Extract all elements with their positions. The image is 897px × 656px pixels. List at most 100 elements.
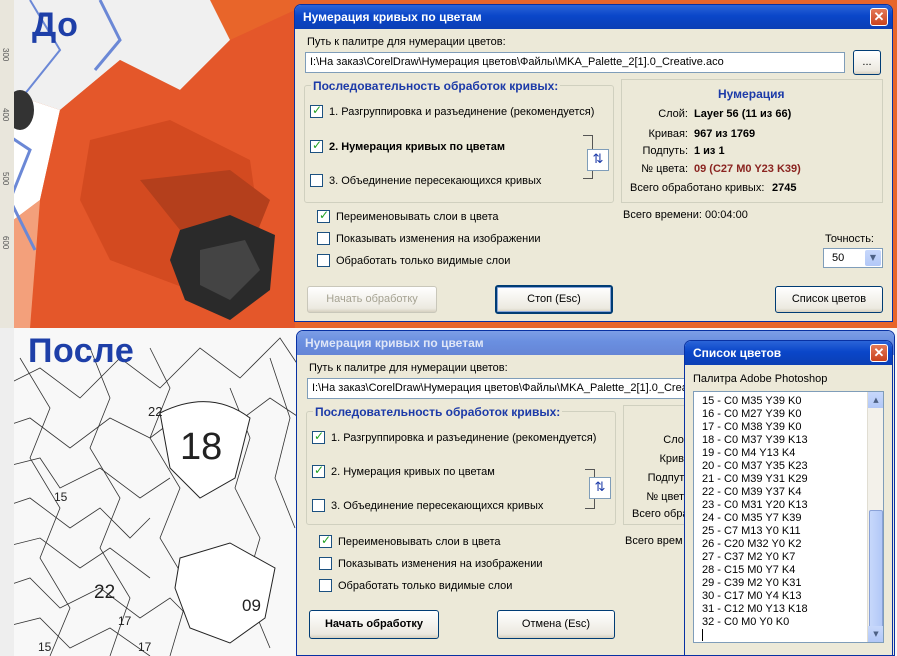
color-list-item[interactable]: 28 - C15 M0 Y7 K4 <box>702 564 795 576</box>
color-list-item[interactable]: 18 - C0 M37 Y39 K13 <box>702 434 808 446</box>
visible-only-label: Обработать только видимые слои <box>336 254 511 267</box>
checkbox-box <box>310 103 323 118</box>
visible-only-label: Обработать только видимые слои <box>338 579 513 592</box>
subpath-value: 1 из 1 <box>694 145 725 157</box>
checkbox-box <box>317 208 330 223</box>
number-by-color-label: 2. Нумерация кривых по цветам <box>329 140 505 153</box>
color-list-item[interactable]: 21 - C0 M39 Y31 K29 <box>702 473 808 485</box>
number-by-color-label: 2. Нумерация кривых по цветам <box>331 465 495 478</box>
ungroup-checkbox[interactable]: 1. Разгруппировка и разъединение (рекоме… <box>310 103 595 118</box>
color-number-label: № цвета: <box>641 163 688 175</box>
merge-curves-checkbox[interactable]: 3. Объединение пересекающихся кривых <box>310 174 541 187</box>
color-list-item[interactable]: 20 - C0 M37 Y35 K23 <box>702 460 808 472</box>
checkbox-box <box>310 174 323 187</box>
checkbox-box <box>317 232 330 245</box>
rename-layers-checkbox[interactable]: Переименовывать слои в цвета <box>317 208 499 223</box>
sort-arrows-icon: ⇅ <box>592 152 604 167</box>
color-list-item[interactable]: 16 - C0 M27 Y39 K0 <box>702 408 801 420</box>
curve-label: Кривая: <box>648 128 688 140</box>
numbering-panel-title: Нумерация <box>718 87 785 101</box>
start-processing-button[interactable]: Начать обработку <box>309 610 439 639</box>
ungroup-label: 1. Разгруппировка и разъединение (рекоме… <box>329 105 595 118</box>
color-list-item[interactable]: 31 - C12 M0 Y13 K18 <box>702 603 808 615</box>
palette-type-label: Палитра Adobe Photoshop <box>693 373 828 385</box>
total-curves-value: 2745 <box>772 182 797 194</box>
numbering-status-panel: Нумерация Слой: Layer 56 (11 из 66) Крив… <box>621 79 883 203</box>
scroll-thumb[interactable] <box>869 510 883 632</box>
close-icon: ✕ <box>873 345 885 360</box>
colors-list-scrollbar[interactable]: ▲ ▼ <box>867 392 883 642</box>
sequence-group-title: Последовательность обработок кривых: <box>311 79 561 93</box>
close-icon: ✕ <box>873 9 885 24</box>
precision-value: 50 <box>832 252 845 264</box>
palette-path-label: Путь к палитре для нумерации цветов: <box>309 362 508 374</box>
layer-label: Слой: <box>658 108 688 120</box>
cancel-button[interactable]: Отмена (Esc) <box>497 610 615 639</box>
color-list-item[interactable]: 32 - C0 M0 Y0 K0 <box>702 616 789 628</box>
region-number: 15 <box>54 490 68 504</box>
color-list-item[interactable]: 23 - C0 M31 Y20 K13 <box>702 499 808 511</box>
scroll-down-icon[interactable]: ▼ <box>868 626 883 642</box>
precision-label: Точность: <box>825 233 874 245</box>
scroll-up-icon[interactable]: ▲ <box>868 392 883 408</box>
color-list-item[interactable]: 30 - C17 M0 Y4 K13 <box>702 590 801 602</box>
color-list-item[interactable]: 26 - C20 M32 Y0 K2 <box>702 538 801 550</box>
checkbox-box <box>319 533 332 548</box>
region-number: 22 <box>148 404 163 419</box>
merge-curves-checkbox[interactable]: 3. Объединение пересекающихся кривых <box>312 499 543 512</box>
rename-layers-label: Переименовывать слои в цвета <box>338 535 501 548</box>
colors-list-button[interactable]: Список цветов <box>775 286 883 313</box>
color-list-item[interactable]: 19 - C0 M4 Y13 K4 <box>702 447 795 459</box>
reorder-button[interactable]: ⇅ <box>587 149 609 171</box>
visible-only-checkbox[interactable]: Обработать только видимые слои <box>317 254 510 267</box>
precision-select[interactable]: 50 ▼ <box>823 248 883 268</box>
ruler-tick: 300 <box>1 48 10 62</box>
color-list-item[interactable]: 27 - C37 M2 Y0 K7 <box>702 551 795 563</box>
close-button[interactable]: ✕ <box>870 344 888 362</box>
region-number: 18 <box>180 426 223 468</box>
numbering-dialog-top: Нумерация кривых по цветам ✕ Путь к пали… <box>294 4 893 322</box>
number-by-color-checkbox[interactable]: 2. Нумерация кривых по цветам <box>310 138 505 153</box>
color-number-value: 09 (C27 M0 Y23 K39) <box>694 163 801 175</box>
sequence-group-title: Последовательность обработок кривых: <box>313 405 563 419</box>
merge-curves-label: 3. Объединение пересекающихся кривых <box>331 499 544 512</box>
color-list-item[interactable]: 29 - C39 M2 Y0 K31 <box>702 577 801 589</box>
reorder-button[interactable]: ⇅ <box>589 477 611 499</box>
region-number: 15 <box>38 640 52 654</box>
region-number: 09 <box>242 596 261 615</box>
palette-path-label: Путь к палитре для нумерации цветов: <box>307 36 506 48</box>
browse-button[interactable]: ... <box>853 50 881 75</box>
subpath-label: Подпуть: <box>642 145 688 157</box>
dialog-titlebar[interactable]: Нумерация кривых по цветам ✕ <box>295 5 892 29</box>
total-time-label: Всего врем <box>625 535 683 547</box>
total-curves-label: Всего обра <box>632 508 689 520</box>
total-time-label: Всего времени: <box>623 209 702 221</box>
show-changes-checkbox[interactable]: Показывать изменения на изображении <box>317 232 541 245</box>
total-time-value: 00:04:00 <box>705 209 748 221</box>
checkbox-box <box>312 429 325 444</box>
close-button[interactable]: ✕ <box>870 8 888 26</box>
color-list-item[interactable]: 25 - C7 M13 Y0 K11 <box>702 525 801 537</box>
colors-list-window: Список цветов ✕ Палитра Adobe Photoshop … <box>684 340 893 656</box>
chevron-down-icon[interactable]: ▼ <box>865 250 881 266</box>
checkbox-box <box>319 579 332 592</box>
color-list-item[interactable]: 22 - C0 M39 Y37 K4 <box>702 486 801 498</box>
sort-arrows-icon: ⇅ <box>594 480 606 495</box>
color-list-item[interactable]: 15 - C0 M35 Y39 K0 <box>702 395 801 407</box>
start-processing-button[interactable]: Начать обработку <box>307 286 437 313</box>
layer-value: Layer 56 (11 из 66) <box>694 108 792 120</box>
number-by-color-checkbox[interactable]: 2. Нумерация кривых по цветам <box>312 463 495 478</box>
palette-path-input[interactable]: I:\На заказ\CorelDraw\Нумерация цветов\Ф… <box>305 52 845 73</box>
rename-layers-checkbox[interactable]: Переименовывать слои в цвета <box>319 533 501 548</box>
curve-label: Крива <box>659 453 690 465</box>
ungroup-checkbox[interactable]: 1. Разгруппировка и разъединение (рекоме… <box>312 429 596 444</box>
show-changes-checkbox[interactable]: Показывать изменения на изображении <box>319 557 543 570</box>
color-list-item[interactable]: 17 - C0 M38 Y39 K0 <box>702 421 801 433</box>
color-list-item[interactable]: 24 - C0 M35 Y7 K39 <box>702 512 801 524</box>
merge-curves-label: 3. Объединение пересекающихся кривых <box>329 174 542 187</box>
stop-button[interactable]: Стоп (Esc) <box>495 285 613 314</box>
checkbox-box <box>317 254 330 267</box>
colors-listbox[interactable]: 15 - C0 M35 Y39 K0 16 - C0 M27 Y39 K0 17 -… <box>693 391 884 643</box>
colors-window-titlebar[interactable]: Список цветов ✕ <box>685 341 892 365</box>
visible-only-checkbox[interactable]: Обработать только видимые слои <box>319 579 512 592</box>
